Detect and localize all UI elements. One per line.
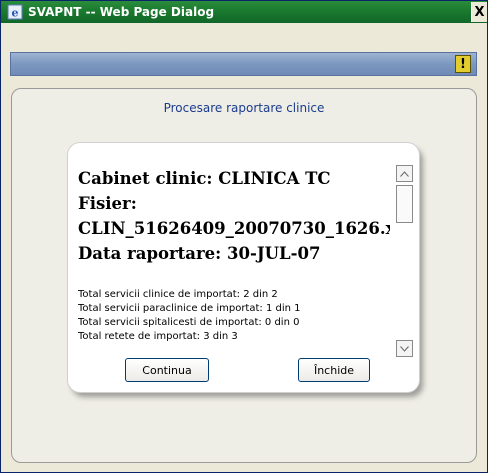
scroll-up-button[interactable] xyxy=(396,165,413,182)
close-dialog-button[interactable]: Închide xyxy=(298,358,370,382)
stat-prescriptions: Total retete de importat: 3 din 3 xyxy=(78,331,238,342)
stat-paraclinical-services: Total servicii paraclinice de importat: … xyxy=(78,303,301,314)
svg-text:e: e xyxy=(12,7,19,20)
title-bar[interactable]: e SVAPNT -- Web Page Dialog X xyxy=(1,1,487,23)
file-name: CLIN_51626409_20070730_1626.xml xyxy=(78,219,390,238)
file-label: Fisier: xyxy=(78,194,137,213)
stat-clinical-services: Total servicii clinice de importat: 2 di… xyxy=(78,289,278,300)
close-button[interactable]: X xyxy=(471,2,487,22)
info-bar: ! xyxy=(10,52,477,76)
continue-button[interactable]: Continua xyxy=(125,358,209,382)
scroll-thumb[interactable] xyxy=(396,185,413,223)
vertical-scrollbar[interactable] xyxy=(396,165,413,357)
window-title: SVAPNT -- Web Page Dialog xyxy=(28,5,215,19)
ie-page-icon: e xyxy=(7,4,23,20)
clinic-cabinet-label: Cabinet clinic: CLINICA TC xyxy=(78,169,331,188)
arrow-up-icon xyxy=(400,170,409,177)
alert-icon[interactable]: ! xyxy=(455,55,471,73)
stat-hospital-services: Total servicii spitalicesti de importat:… xyxy=(78,317,300,328)
report-content: Cabinet clinic: CLINICA TC Fisier: CLIN_… xyxy=(78,166,390,358)
page-title: Procesare raportare clinice xyxy=(163,101,325,115)
report-date: Data raportare: 30-JUL-07 xyxy=(78,244,321,263)
import-stats: Total servicii clinice de importat: 2 di… xyxy=(78,288,390,344)
scroll-down-button[interactable] xyxy=(396,340,413,357)
arrow-down-icon xyxy=(400,345,409,352)
